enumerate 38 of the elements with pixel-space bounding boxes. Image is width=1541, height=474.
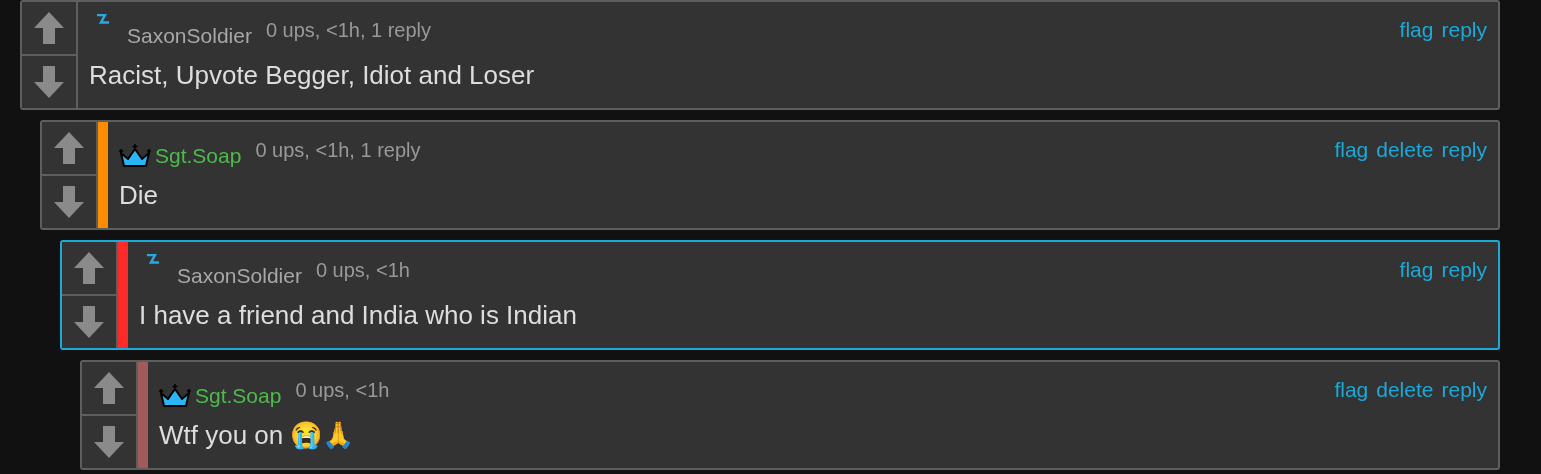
action-link[interactable]: flag [1334, 138, 1369, 162]
username-link[interactable]: Sgt.Soap [195, 384, 282, 408]
arrow-down-icon [94, 426, 124, 458]
comment-meta: 0 ups, <1h [315, 258, 410, 282]
action-link[interactable]: flag [1399, 258, 1434, 282]
action-link[interactable]: delete [1376, 378, 1434, 402]
comment-meta: 0 ups, <1h [295, 378, 390, 402]
arrow-up-icon [34, 12, 64, 44]
crown-icon [159, 384, 191, 408]
action-link[interactable]: reply [1441, 378, 1487, 402]
upvote-button[interactable] [82, 362, 136, 416]
action-link[interactable]: reply [1441, 138, 1487, 162]
arrow-up-icon [54, 132, 84, 164]
arrow-down-icon [34, 66, 64, 98]
lightning-icon [97, 14, 109, 24]
comment-meta: 0 ups, <1h, 1 reply [255, 138, 421, 162]
action-link[interactable]: reply [1441, 258, 1487, 282]
username-link[interactable]: Sgt.Soap [155, 144, 242, 168]
action-link[interactable]: flag [1334, 378, 1369, 402]
arrow-down-icon [54, 186, 84, 218]
arrow-up-icon [74, 252, 104, 284]
comment-meta: 0 ups, <1h, 1 reply [265, 18, 432, 42]
comment-text: Wtf you on 😭🙏 [159, 420, 356, 451]
arrow-down-icon [74, 306, 104, 338]
crown-icon [119, 144, 151, 168]
action-link[interactable]: delete [1376, 138, 1434, 162]
comment-text: Die [119, 180, 159, 211]
comment-text: Racist, Upvote Begger, Idiot and Loser [89, 60, 536, 91]
upvote-button[interactable] [62, 242, 116, 296]
action-link[interactable]: flag [1399, 18, 1434, 42]
comment-text: I have a friend and India who is Indian [139, 300, 578, 331]
arrow-up-icon [94, 372, 124, 404]
lightning-icon [147, 254, 159, 264]
upvote-button[interactable] [42, 122, 96, 176]
username-link[interactable]: SaxonSoldier [177, 264, 302, 288]
upvote-button[interactable] [22, 2, 76, 56]
username-link[interactable]: SaxonSoldier [127, 24, 252, 48]
action-link[interactable]: reply [1441, 18, 1487, 42]
